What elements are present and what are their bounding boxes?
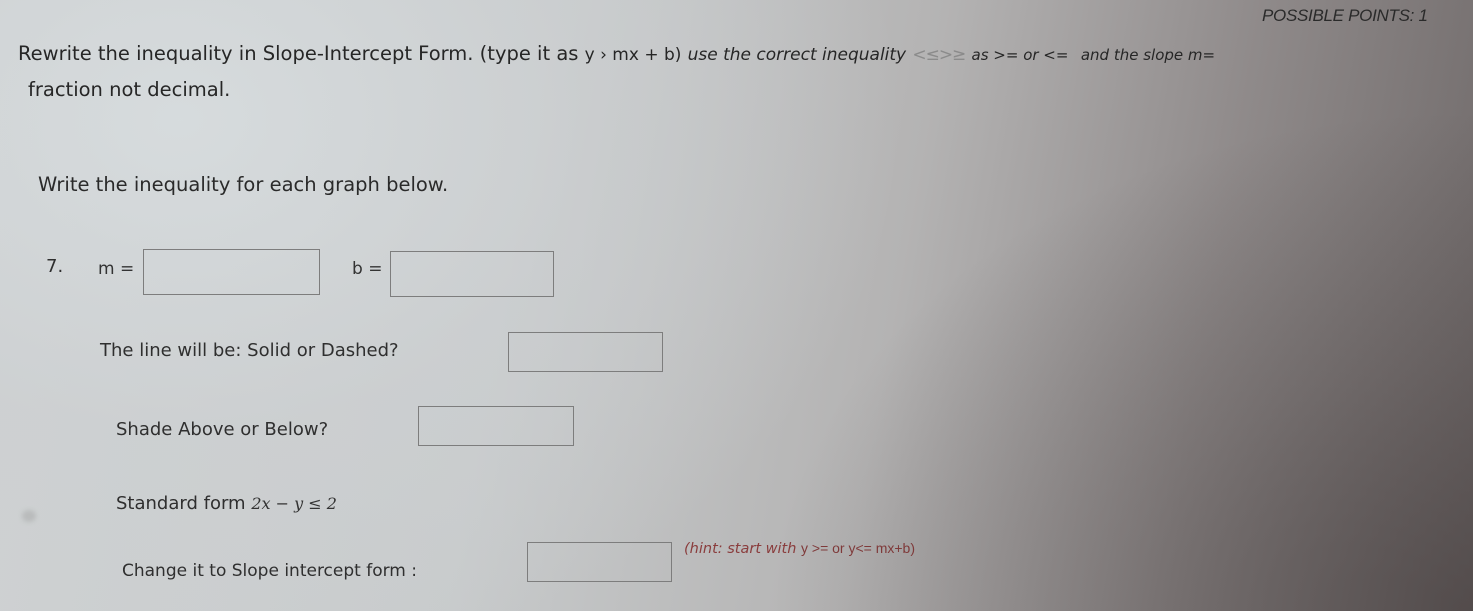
standard-form-row: Standard form 2x − y ≤ 2 [116, 493, 337, 514]
hint-text: (hint: start with y >= or y<= mx+b) [684, 540, 915, 557]
line-type-label: The line will be: Solid or Dashed? [100, 340, 399, 361]
instructions-text-2: use the correct inequality [687, 45, 907, 65]
b-label: b = [352, 259, 383, 279]
standard-form-expression: 2x − y ≤ 2 [251, 494, 337, 513]
section-heading: Write the inequality for each graph belo… [38, 173, 449, 196]
line-type-input-box[interactable] [508, 332, 663, 372]
b-input[interactable] [391, 252, 553, 296]
slope-intercept-label: Change it to Slope intercept form : [122, 561, 417, 581]
hint-math: y >= or y<= mx+b) [801, 540, 915, 556]
question-number: 7. [46, 256, 64, 277]
possible-points-label: POSSIBLE POINTS: 1 [1262, 6, 1428, 25]
hint-prefix: (hint: start with [684, 541, 797, 557]
standard-form-label: Standard form [116, 493, 246, 514]
slope-intercept-input-box[interactable] [527, 542, 672, 582]
instructions-example-form: y › mx + b) [584, 45, 682, 65]
m-label: m = [98, 259, 135, 279]
m-input-box[interactable] [143, 249, 320, 295]
m-input[interactable] [144, 250, 319, 294]
slope-intercept-input[interactable] [528, 543, 671, 581]
shade-label: Shade Above or Below? [116, 419, 329, 440]
instructions-text-1: Rewrite the inequality in Slope-Intercep… [18, 42, 579, 65]
instructions-text-3: as >= or <= [971, 46, 1069, 64]
shade-input[interactable] [419, 407, 573, 445]
line-type-input[interactable] [509, 333, 662, 371]
b-input-box[interactable] [390, 251, 554, 297]
instructions-text-4: and the slope m= [1080, 46, 1216, 64]
screen-smudge [22, 510, 36, 522]
inequality-symbols: <≤>≥ [912, 45, 966, 65]
instructions-line-1: Rewrite the inequality in Slope-Intercep… [18, 42, 1215, 65]
instructions-line-2: fraction not decimal. [28, 78, 231, 101]
shade-input-box[interactable] [418, 406, 574, 446]
